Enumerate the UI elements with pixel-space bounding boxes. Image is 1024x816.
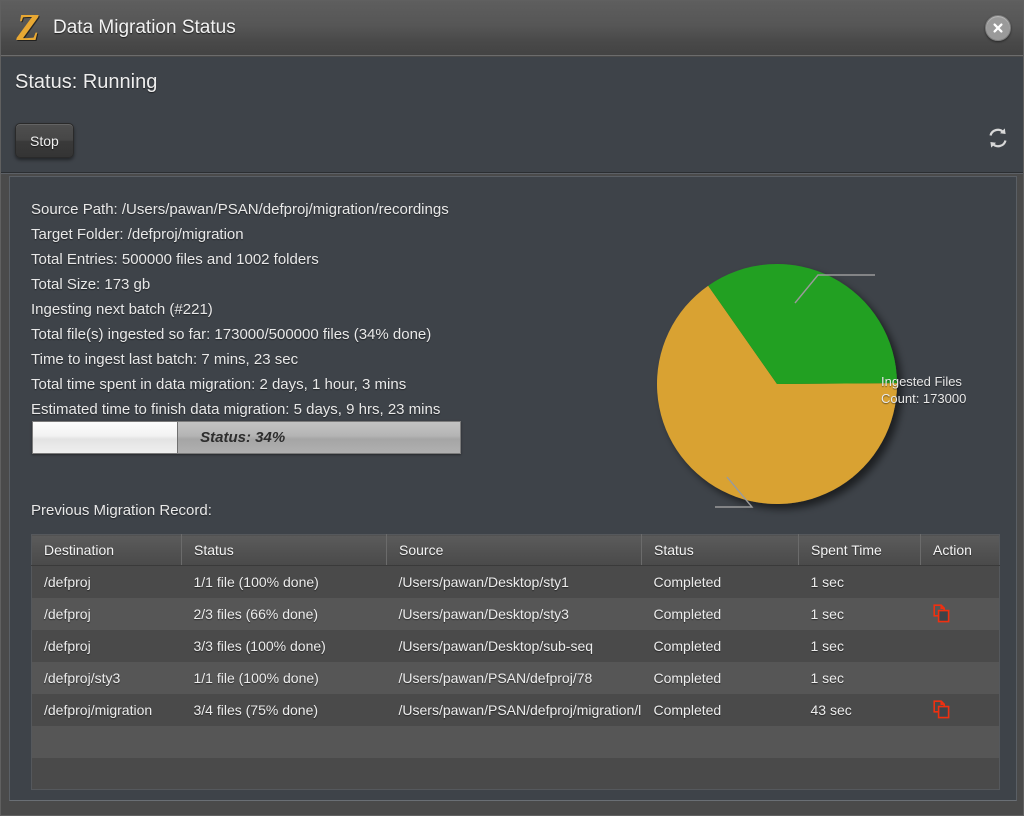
cell-destination: /defproj/sty3 <box>31 661 182 694</box>
cell-action <box>920 661 1000 694</box>
info-estimated-time: Estimated time to finish data migration:… <box>31 401 441 418</box>
pie-chart: Ingested Files Count: 173000 Remaining F… <box>555 187 1010 594</box>
cell-destination: /defproj <box>31 629 182 662</box>
cell-empty <box>641 725 799 758</box>
cell-destination: /defproj/migration <box>31 693 182 726</box>
cell-action <box>920 565 1000 598</box>
cell-spent-time: 43 sec <box>798 693 921 726</box>
table-row-empty <box>31 757 1000 790</box>
stop-button[interactable]: Stop <box>15 123 74 158</box>
status-title: Status: Running <box>15 71 158 93</box>
close-button[interactable] <box>985 15 1011 41</box>
cell-source: /Users/pawan/Desktop/sub-seq <box>386 629 642 662</box>
cell-status: Completed <box>641 693 799 726</box>
info-next-batch: Ingesting next batch (#221) <box>31 301 213 318</box>
cell-empty <box>386 725 642 758</box>
refresh-icon <box>989 128 1007 148</box>
cell-destination: /defproj <box>31 597 182 630</box>
table-header: Destination Status Source Status Spent T… <box>31 534 1000 566</box>
cell-status: Completed <box>641 629 799 662</box>
cell-empty <box>920 757 1000 790</box>
cell-status-progress: 3/4 files (75% done) <box>181 693 387 726</box>
cell-empty <box>31 725 182 758</box>
info-total-time-spent: Total time spent in data migration: 2 da… <box>31 376 407 393</box>
info-total-entries: Total Entries: 500000 files and 1002 fol… <box>31 251 319 268</box>
cell-empty <box>31 757 182 790</box>
previous-record-title: Previous Migration Record: <box>31 502 212 519</box>
cell-status-progress: 2/3 files (66% done) <box>181 597 387 630</box>
cell-spent-time: 1 sec <box>798 597 921 630</box>
cell-empty <box>641 757 799 790</box>
cell-empty <box>798 757 921 790</box>
cell-source: /Users/pawan/Desktop/sty1 <box>386 565 642 598</box>
cell-action[interactable] <box>920 597 1000 630</box>
cell-source: /Users/pawan/Desktop/sty3 <box>386 597 642 630</box>
table-body: /defproj 1/1 file (100% done)/Users/pawan… <box>31 565 1000 790</box>
progress-bar-track: Status: 34% <box>178 422 460 453</box>
info-last-batch-time: Time to ingest last batch: 7 mins, 23 se… <box>31 351 299 368</box>
info-files-ingested: Total file(s) ingested so far: 173000/50… <box>31 326 432 343</box>
cell-status: Completed <box>641 597 799 630</box>
cell-status: Completed <box>641 565 799 598</box>
progress-bar: Status: 34% <box>32 421 461 454</box>
cell-empty <box>181 725 387 758</box>
cell-destination: /defproj <box>31 565 182 598</box>
pie-slices <box>657 263 898 504</box>
cell-spent-time: 1 sec <box>798 629 921 662</box>
table-row-empty <box>31 725 1000 758</box>
progress-bar-label: Status: 34% <box>200 429 286 446</box>
title-bar: Z Data Migration Status <box>1 1 1023 56</box>
status-bar: Status: Running Stop <box>1 57 1023 174</box>
cell-empty <box>181 757 387 790</box>
copy-icon[interactable] <box>932 700 950 719</box>
table-header-row: Destination Status Source Status Spent T… <box>31 534 1000 566</box>
refresh-button[interactable] <box>985 125 1011 151</box>
table-row[interactable]: /defproj 2/3 files (66% done)/Users/pawan… <box>31 597 1000 630</box>
cell-status: Completed <box>641 661 799 694</box>
column-header-spent-time[interactable]: Spent Time <box>798 534 921 566</box>
cell-status-progress: 3/3 files (100% done) <box>181 629 387 662</box>
column-header-destination[interactable]: Destination <box>31 534 182 566</box>
cell-source: /Users/pawan/PSAN/defproj/migration/l <box>386 693 642 726</box>
pie-label-ingested: Ingested Files Count: 173000 <box>881 373 966 407</box>
cell-action[interactable] <box>920 693 1000 726</box>
info-source-path: Source Path: /Users/pawan/PSAN/defproj/m… <box>31 201 449 218</box>
cell-status-progress: 1/1 file (100% done) <box>181 565 387 598</box>
close-icon <box>993 23 1003 33</box>
cell-status-progress: 1/1 file (100% done) <box>181 661 387 694</box>
app-window: Z Data Migration Status Status: Running … <box>0 0 1024 816</box>
table-row[interactable]: /defproj/migration 3/4 files (75% done)/U… <box>31 693 1000 726</box>
cell-empty <box>920 725 1000 758</box>
table-row[interactable]: /defproj 3/3 files (100% done)/Users/pawa… <box>31 629 1000 662</box>
content-panel: Source Path: /Users/pawan/PSAN/defproj/m… <box>9 176 1017 801</box>
cell-spent-time: 1 sec <box>798 661 921 694</box>
table-row[interactable]: /defproj/sty3 1/1 file (100% done)/Users/… <box>31 661 1000 694</box>
pie-label-ingested-title: Ingested Files <box>881 374 962 389</box>
column-header-action[interactable]: Action <box>920 534 1000 566</box>
copy-icon[interactable] <box>932 604 950 623</box>
pie-label-ingested-count: Count: 173000 <box>881 391 967 406</box>
column-header-source[interactable]: Source <box>386 534 642 566</box>
cell-empty <box>798 725 921 758</box>
cell-action <box>920 629 1000 662</box>
window-title: Data Migration Status <box>53 17 236 38</box>
info-target-folder: Target Folder: /defproj/migration <box>31 226 244 243</box>
cell-source: /Users/pawan/PSAN/defproj/78 <box>386 661 642 694</box>
info-total-size: Total Size: 173 gb <box>31 276 151 293</box>
cell-spent-time: 1 sec <box>798 565 921 598</box>
column-header-status-progress[interactable]: Status <box>181 534 387 566</box>
column-header-status[interactable]: Status <box>641 534 799 566</box>
app-logo-z-icon: Z <box>16 7 40 49</box>
table-row[interactable]: /defproj 1/1 file (100% done)/Users/pawan… <box>31 565 1000 598</box>
progress-bar-fill <box>33 422 179 453</box>
cell-empty <box>386 757 642 790</box>
migration-info-list: Source Path: /Users/pawan/PSAN/defproj/m… <box>31 197 551 422</box>
migration-record-table: Destination Status Source Status Spent T… <box>31 534 1000 790</box>
